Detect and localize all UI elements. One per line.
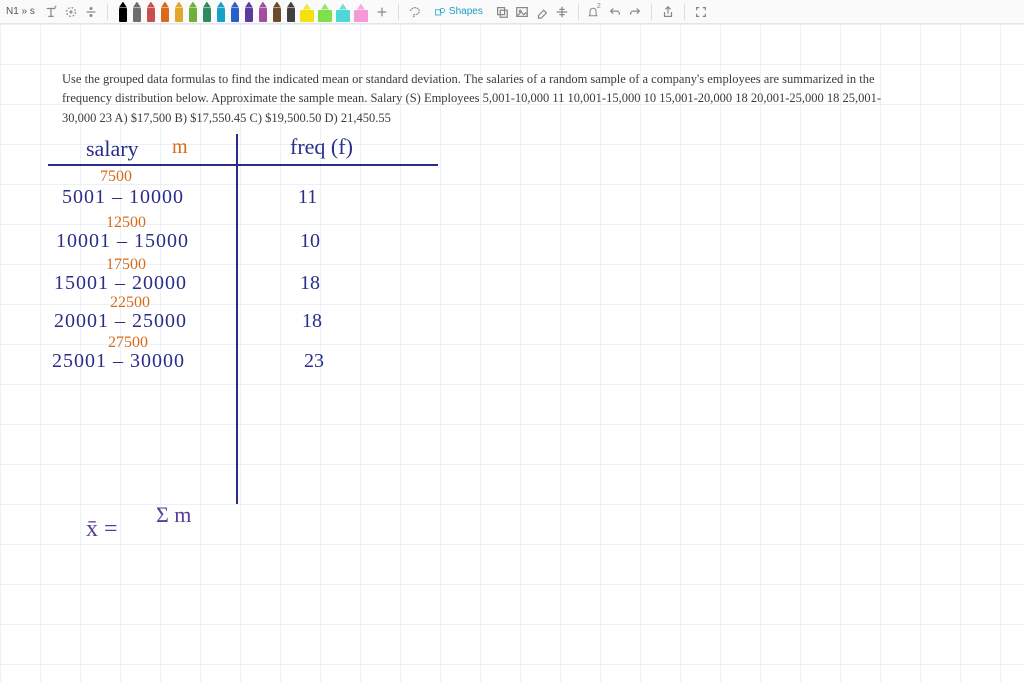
- pen-dark[interactable]: [284, 2, 298, 22]
- highlighter-yellow[interactable]: [298, 2, 316, 22]
- pen-blue[interactable]: [228, 2, 242, 22]
- pen-black[interactable]: [116, 2, 130, 22]
- pen-purple[interactable]: [242, 2, 256, 22]
- freq-3: 18: [300, 272, 320, 295]
- header-salary: salary: [86, 136, 139, 162]
- header-freq: freq (f): [290, 134, 353, 160]
- table-hline: [48, 164, 438, 166]
- pen-cyan[interactable]: [214, 2, 228, 22]
- separator: [684, 4, 685, 20]
- top-toolbar: N1 » s Shapes: [0, 0, 1024, 24]
- pen-red[interactable]: [144, 2, 158, 22]
- separator: [651, 4, 652, 20]
- range-5: 25001 – 30000: [52, 350, 185, 373]
- highlighter-pink[interactable]: [352, 2, 370, 22]
- mid-1: 7500: [100, 168, 132, 186]
- pen-palette: [116, 2, 370, 22]
- undo-icon[interactable]: [607, 4, 623, 20]
- range-3: 15001 – 20000: [54, 272, 187, 295]
- separator: [107, 4, 108, 20]
- pen-lightgreen[interactable]: [186, 2, 200, 22]
- note-canvas[interactable]: Use the grouped data formulas to find th…: [0, 24, 1024, 682]
- text-tool-icon[interactable]: [43, 4, 59, 20]
- freq-5: 23: [304, 350, 324, 373]
- pen-orange[interactable]: [158, 2, 172, 22]
- formula-rhs: Σ m: [156, 502, 191, 528]
- lasso-icon[interactable]: [407, 4, 423, 20]
- divide-icon[interactable]: [83, 4, 99, 20]
- header-m: m: [172, 136, 188, 159]
- pen-green[interactable]: [200, 2, 214, 22]
- add-icon[interactable]: [374, 4, 390, 20]
- freq-2: 10: [300, 230, 320, 253]
- shapes-button[interactable]: Shapes: [427, 3, 490, 21]
- pen-yellow[interactable]: [172, 2, 186, 22]
- problem-text: Use the grouped data formulas to find th…: [62, 70, 898, 128]
- fullscreen-icon[interactable]: [693, 4, 709, 20]
- pen-brown[interactable]: [270, 2, 284, 22]
- doc-title: N1 » s: [6, 6, 35, 17]
- freq-1: 11: [298, 186, 317, 209]
- range-2: 10001 – 15000: [56, 230, 189, 253]
- pen-grey[interactable]: [130, 2, 144, 22]
- range-4: 20001 – 25000: [54, 310, 187, 333]
- separator: [398, 4, 399, 20]
- range-1: 5001 – 10000: [62, 186, 184, 209]
- freq-4: 18: [302, 310, 322, 333]
- share-icon[interactable]: [660, 4, 676, 20]
- image-icon[interactable]: [514, 4, 530, 20]
- pen-magenta[interactable]: [256, 2, 270, 22]
- notifications-icon[interactable]: 2: [587, 4, 603, 20]
- table-vline: [236, 134, 238, 504]
- redo-icon[interactable]: [627, 4, 643, 20]
- grid-align-icon[interactable]: [554, 4, 570, 20]
- add-page-icon[interactable]: [63, 4, 79, 20]
- duplicate-icon[interactable]: [494, 4, 510, 20]
- shapes-label: Shapes: [449, 6, 483, 17]
- formula-lhs: x̄ =: [86, 516, 118, 543]
- highlighter-green[interactable]: [316, 2, 334, 22]
- eraser-icon[interactable]: [534, 4, 550, 20]
- highlighter-cyan[interactable]: [334, 2, 352, 22]
- separator: [578, 4, 579, 20]
